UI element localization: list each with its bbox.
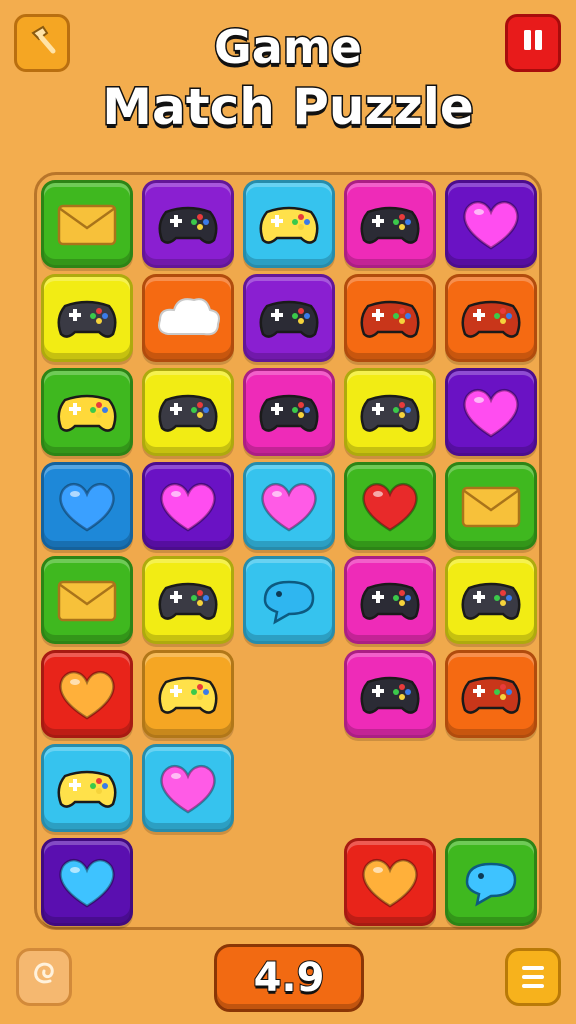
tile-blue-heart[interactable] [41,462,133,550]
tile-cyan-gamepad[interactable] [41,744,133,832]
tile-orange-cloud[interactable] [142,274,234,362]
score-display: 4.9 [214,944,364,1012]
gamepad-icon [154,194,222,254]
heart-icon [53,476,121,536]
tile-cyan-heart[interactable] [142,744,234,832]
tile-magenta-gamepad[interactable] [243,368,335,456]
gamepad-icon [154,382,222,442]
cloud-icon [154,288,222,348]
gamepad-icon [457,664,525,724]
tile-violet-heart[interactable] [445,180,537,268]
heart-icon [457,382,525,442]
score-value: 4.9 [253,954,326,1002]
tile-yellow-gamepad[interactable] [344,368,436,456]
menu-icon-bar [522,966,544,970]
heart-icon [356,476,424,536]
tile-green-envelope[interactable] [41,556,133,644]
gamepad-icon [154,570,222,630]
tile-green-bubble[interactable] [445,838,537,926]
tile-violet-heart[interactable] [445,368,537,456]
title-line-2: Match Puzzle [101,77,476,138]
gamepad-icon [255,382,323,442]
tile-green-gamepad[interactable] [41,368,133,456]
gamepad-icon [53,288,121,348]
heart-icon [154,758,222,818]
tile-cyan-gamepad[interactable] [243,180,335,268]
heart-icon [457,194,525,254]
gamepad-icon [356,664,424,724]
gamepad-icon [255,288,323,348]
menu-icon-bar [522,984,544,988]
tile-magenta-gamepad[interactable] [344,180,436,268]
menu-icon-bar [522,975,544,979]
tile-magenta-gamepad[interactable] [344,556,436,644]
gamepad-icon [154,664,222,724]
game-board [34,172,542,930]
tile-yellow-gamepad[interactable] [142,556,234,644]
envelope-icon [457,476,525,536]
tile-orange-gamepad[interactable] [344,274,436,362]
bubble-icon [457,852,525,912]
envelope-icon [53,194,121,254]
tile-green-envelope[interactable] [445,462,537,550]
tile-yellow-gamepad[interactable] [445,556,537,644]
tile-red-heart[interactable] [344,838,436,926]
tile-amber-gamepad[interactable] [142,650,234,738]
tile-magenta-gamepad[interactable] [344,650,436,738]
tile-yellow-gamepad[interactable] [142,368,234,456]
bubble-icon [255,570,323,630]
heart-icon [53,852,121,912]
heart-icon [53,664,121,724]
tile-green-envelope[interactable] [41,180,133,268]
tile-green-heart[interactable] [344,462,436,550]
heart-icon [356,852,424,912]
envelope-icon [53,570,121,630]
tile-orange-gamepad[interactable] [445,274,537,362]
gamepad-icon [255,194,323,254]
tile-purple-gamepad[interactable] [243,274,335,362]
heart-icon [154,476,222,536]
tile-cyan-heart[interactable] [243,462,335,550]
tile-cyan-bubble[interactable] [243,556,335,644]
tile-yellow-gamepad[interactable] [41,274,133,362]
gamepad-icon [356,570,424,630]
tile-red-heart[interactable] [41,650,133,738]
hint-button[interactable] [16,948,72,1006]
tile-violet-heart[interactable] [142,462,234,550]
gamepad-icon [356,194,424,254]
swirl-icon [28,957,60,997]
gamepad-icon [457,288,525,348]
gamepad-icon [53,758,121,818]
tile-orange-gamepad[interactable] [445,650,537,738]
title-line-1: Game [213,19,364,76]
gamepad-icon [356,288,424,348]
menu-button[interactable] [505,948,561,1006]
gamepad-icon [457,570,525,630]
gamepad-icon [356,382,424,442]
gamepad-icon [53,382,121,442]
tile-dark-violet-heart[interactable] [41,838,133,926]
heart-icon [255,476,323,536]
tile-purple-gamepad[interactable] [142,180,234,268]
